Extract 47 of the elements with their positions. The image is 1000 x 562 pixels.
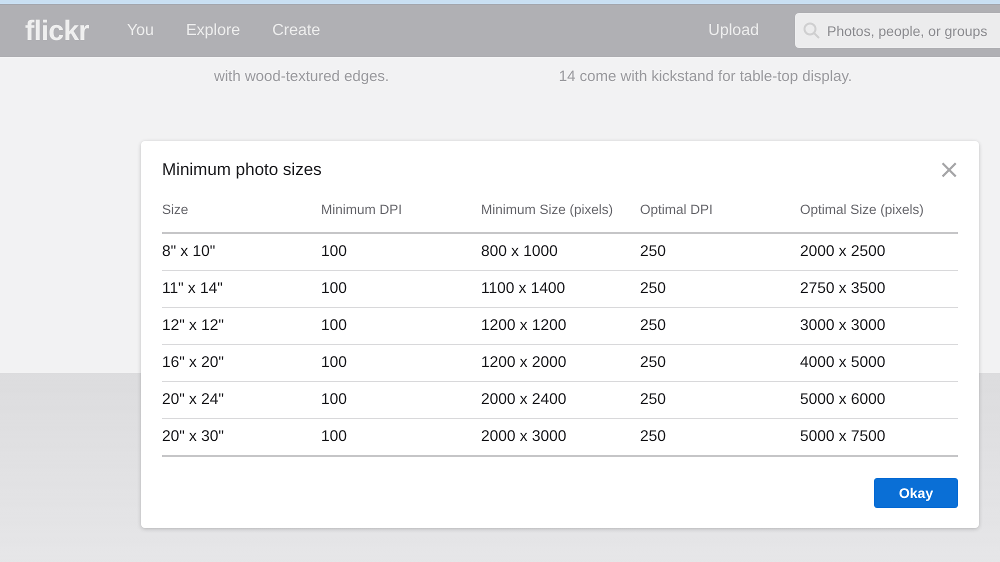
table-cell: 4000 x 5000	[800, 344, 958, 382]
table-cell: 5000 x 6000	[800, 382, 958, 418]
table-cell: 2000 x 2500	[800, 233, 958, 270]
table-cell: 100	[321, 270, 481, 308]
column-header: Size	[162, 202, 321, 233]
table-cell: 16" x 20"	[162, 344, 321, 382]
table-cell: 2000 x 2400	[481, 382, 640, 418]
column-header: Optimal Size (pixels)	[800, 202, 958, 233]
nav-link[interactable]: Explore	[186, 22, 240, 40]
table-cell: 20" x 24"	[162, 382, 321, 418]
table-cell: 3000 x 3000	[800, 308, 958, 344]
search-icon	[803, 22, 821, 40]
table-cell: 250	[640, 418, 800, 456]
search-field[interactable]: Photos, people, or groups	[795, 13, 1000, 48]
nav-link[interactable]: Create	[272, 22, 320, 40]
nav-link[interactable]: You	[126, 22, 154, 40]
description-text: 14 come with kickstand for table-top display.	[558, 68, 852, 85]
table-cell: 100	[321, 382, 481, 418]
table-cell: 8" x 10"	[162, 233, 321, 270]
table-cell: 1200 x 1200	[481, 308, 640, 344]
okay-button[interactable]: Okay	[874, 478, 958, 508]
table-cell: 11" x 14"	[162, 270, 321, 308]
table-cell: 100	[321, 233, 481, 270]
column-header: Minimum DPI	[321, 202, 481, 233]
table-cell: 12" x 12"	[162, 308, 321, 344]
table-cell: 250	[640, 270, 800, 308]
table-cell: 2000 x 3000	[481, 418, 640, 456]
table-cell: 100	[321, 418, 481, 456]
upload-link[interactable]: Upload	[708, 22, 759, 40]
column-header: Minimum Size (pixels)	[481, 202, 640, 233]
table-cell: 250	[640, 382, 800, 418]
description-text: with wood-textured edges.	[214, 68, 390, 85]
table-cell: 1200 x 2000	[481, 344, 640, 382]
table-cell: 250	[640, 308, 800, 344]
table-cell: 5000 x 7500	[800, 418, 958, 456]
dialog-title: Minimum photo sizes	[162, 160, 322, 180]
table-cell: 250	[640, 233, 800, 270]
table-cell: 100	[321, 308, 481, 344]
table-cell: 800 x 1000	[481, 233, 640, 270]
column-header: Optimal DPI	[640, 202, 800, 233]
table-cell: 250	[640, 344, 800, 382]
table-cell: 2750 x 3500	[800, 270, 958, 308]
table-cell: 1100 x 1400	[481, 270, 640, 308]
flickr-logo[interactable]: flickr	[25, 14, 89, 46]
close-button[interactable]: ×	[938, 159, 960, 181]
table-cell: 20" x 30"	[162, 418, 321, 456]
table-cell: 100	[321, 344, 481, 382]
